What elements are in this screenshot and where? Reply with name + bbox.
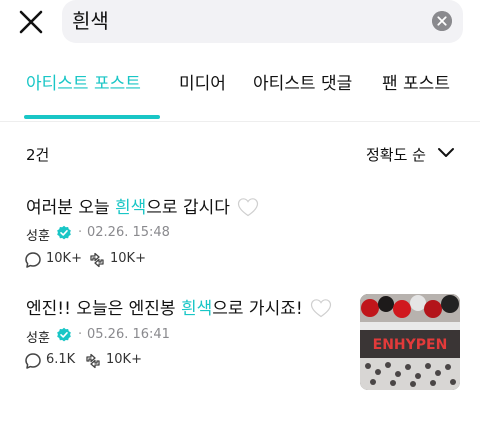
white-heart-emoji (310, 299, 332, 318)
separator-dot: · (78, 327, 83, 342)
comment-icon[interactable] (24, 352, 42, 370)
like-icon[interactable] (84, 352, 102, 370)
clear-icon[interactable] (432, 11, 452, 31)
search-query-text: 흰색 (72, 9, 109, 33)
active-tab-indicator (24, 115, 160, 119)
post-thumbnail[interactable]: ENHYPEN (360, 294, 460, 390)
search-input[interactable]: 흰색 (62, 0, 463, 43)
like-icon[interactable] (88, 251, 106, 269)
post-date: 05.26. 16:41 (87, 327, 170, 342)
sort-dropdown[interactable]: 정확도 순 (366, 144, 426, 165)
comment-count: 10K+ (46, 251, 82, 266)
chevron-down-icon[interactable] (437, 146, 455, 160)
comment-count: 6.1K (46, 352, 76, 367)
tab-media[interactable]: 미디어 (179, 72, 226, 96)
result-count: 2건 (26, 146, 50, 164)
author-name[interactable]: 성훈 (26, 225, 50, 244)
post-text-after: 으로 가시죠! (212, 299, 303, 319)
tab-fan-post[interactable]: 팬 포스트 (382, 72, 450, 96)
tab-artist-post[interactable]: 아티스트 포스트 (26, 72, 141, 96)
search-bar: 흰색 (0, 0, 480, 46)
post-text[interactable]: 엔진!! 오늘은 엔진봉 흰색으로 가시죠! (26, 297, 332, 321)
like-count: 10K+ (110, 251, 146, 266)
thumbnail-text: ENHYPEN (373, 337, 448, 353)
search-highlight: 흰색 (180, 299, 213, 319)
divider (0, 121, 480, 122)
white-heart-emoji (238, 198, 259, 217)
post-text-before: 여러분 오늘 (26, 198, 116, 218)
tab-artist-comment[interactable]: 아티스트 댓글 (253, 72, 352, 96)
comment-icon[interactable] (24, 251, 42, 269)
separator-dot: · (78, 225, 83, 240)
close-icon[interactable] (18, 9, 44, 35)
search-highlight: 흰색 (115, 198, 147, 218)
author-name[interactable]: 성훈 (26, 327, 50, 346)
post-text-after: 으로 갑시다 (146, 198, 230, 218)
post-text-before: 엔진!! 오늘은 엔진봉 (26, 299, 181, 319)
like-count: 10K+ (106, 352, 142, 367)
tab-bar: 아티스트 포스트 미디어 아티스트 댓글 팬 포스트 (0, 60, 480, 120)
verified-badge-icon (57, 327, 71, 342)
post-text[interactable]: 여러분 오늘 흰색으로 갑시다 (26, 196, 259, 220)
post-date: 02.26. 15:48 (87, 225, 170, 240)
verified-badge-icon (57, 225, 71, 240)
